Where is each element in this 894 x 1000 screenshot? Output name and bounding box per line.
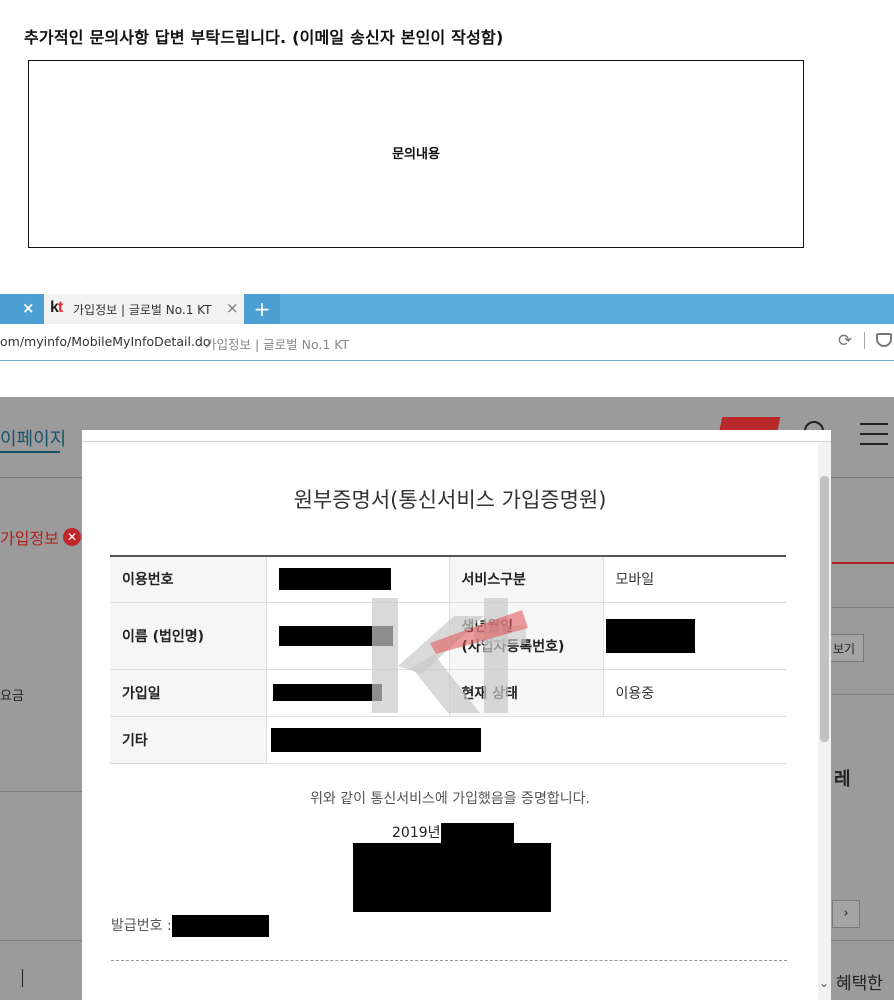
- join-date-label: 가입일: [110, 669, 266, 717]
- birth-label: 생년월일 (사업자등록번호): [448, 602, 603, 670]
- table-row: 이름 (법인명) 생년월일 (사업자등록번호): [110, 602, 786, 670]
- birth-label-line2: (사업자등록번호): [461, 638, 565, 655]
- chevron-right-icon[interactable]: ›: [832, 900, 860, 928]
- usage-number-label: 이용번호: [110, 556, 266, 603]
- issue-number-label: 발급번호 :: [111, 918, 172, 934]
- reload-icon[interactable]: ⟳: [838, 331, 852, 351]
- url-text[interactable]: om/myinfo/MobileMyInfoDetail.do: [0, 334, 211, 349]
- redacted-signature-block: [353, 843, 551, 912]
- inquiry-box: 문의내용: [28, 60, 804, 248]
- date-year: 2019년: [392, 825, 441, 841]
- browser-tab-bar: × kt 가입정보 | 글로벌 No.1 KT × +: [0, 294, 894, 324]
- browser-tab-active[interactable]: kt 가입정보 | 글로벌 No.1 KT ×: [44, 294, 244, 324]
- fee-label: 요금: [0, 689, 24, 704]
- kt-favicon-icon: kt: [50, 299, 63, 316]
- url-page-title: 가입정보 | 글로벌 No.1 KT: [205, 337, 350, 352]
- status-label: 현재 상태: [448, 669, 603, 717]
- new-tab-button[interactable]: +: [244, 294, 280, 324]
- redacted-block: [278, 568, 391, 591]
- issue-number: 발급번호 :: [111, 915, 269, 937]
- join-date-value: [265, 669, 449, 717]
- redacted-block: [270, 727, 481, 752]
- service-type-value: 모바일: [602, 556, 786, 603]
- dashed-divider: [111, 960, 787, 961]
- service-type-label: 서비스구분: [448, 556, 603, 603]
- certify-text: 위와 같이 통신서비스에 가입했음을 증명합니다.: [310, 791, 590, 807]
- birth-value: [602, 602, 786, 670]
- certificate-table: 이용번호 서비스구분 모바일 이름 (법인명) 생년월일 (사업자등록번호) 가…: [110, 555, 786, 764]
- left-divider: [0, 791, 82, 792]
- table-row: 이용번호 서비스구분 모바일: [110, 556, 786, 603]
- modal-top-divider: [82, 441, 831, 442]
- usage-number-value: [265, 556, 449, 603]
- tab-join-info[interactable]: 가입정보: [0, 525, 59, 549]
- benefit-text: 혜택한: [836, 974, 883, 994]
- redacted-block: [440, 822, 514, 844]
- close-icon[interactable]: ✕: [63, 528, 81, 546]
- nav-mypage-title[interactable]: 이페이지: [0, 425, 66, 451]
- status-value: 이용중: [602, 669, 786, 717]
- tab-title: 가입정보 | 글로벌 No.1 KT: [73, 303, 212, 317]
- address-separator: [864, 332, 865, 349]
- browser-tab-previous[interactable]: ×: [0, 294, 44, 324]
- redacted-block: [278, 625, 393, 646]
- side-text: 레: [834, 769, 851, 790]
- scrollbar-thumb[interactable]: [820, 476, 829, 742]
- certificate-modal: 원부증명서(통신서비스 가입증명원) 이용번호 서비스구분 모바일 이름 (법인…: [82, 430, 831, 1000]
- close-icon[interactable]: ×: [22, 299, 35, 317]
- etc-label: 기타: [110, 716, 266, 764]
- table-row: 가입일 현재 상태 이용중: [110, 669, 786, 717]
- inquiry-box-label: 문의내용: [392, 147, 440, 162]
- close-icon[interactable]: ×: [226, 299, 239, 317]
- table-row: 기타: [110, 716, 786, 764]
- text-cursor-mark: [22, 969, 23, 987]
- nav-underline: [0, 451, 60, 453]
- hamburger-menu-icon[interactable]: [860, 423, 888, 445]
- address-bar[interactable]: om/myinfo/MobileMyInfoDetail.do 가입정보 | 글…: [0, 324, 894, 361]
- redacted-block: [171, 915, 269, 937]
- redacted-block: [272, 684, 382, 701]
- certificate-title: 원부증명서(통신서비스 가입증명원): [293, 488, 607, 512]
- question-title: 추가적인 문의사항 답변 부탁드립니다. (이메일 송신자 본인이 작성함): [24, 28, 504, 47]
- scroll-down-icon[interactable]: ⌄: [819, 976, 829, 990]
- redacted-block: [605, 618, 695, 653]
- etc-value: [265, 716, 786, 764]
- name-value: [265, 602, 449, 670]
- red-divider: [832, 562, 894, 564]
- name-label: 이름 (법인명): [110, 602, 266, 670]
- birth-label-line1: 생년월일: [461, 618, 514, 635]
- pocket-icon[interactable]: [876, 333, 892, 347]
- issue-date: 2019년: [392, 822, 514, 844]
